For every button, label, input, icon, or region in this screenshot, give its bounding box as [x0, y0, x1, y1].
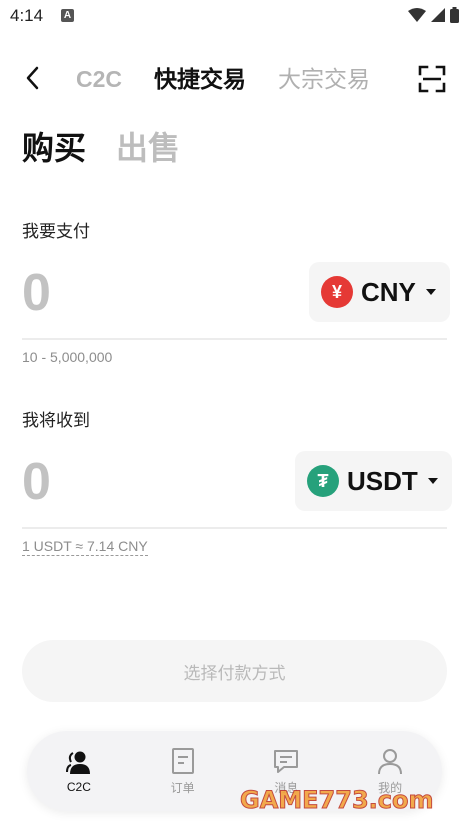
pay-divider [22, 338, 447, 340]
receive-label: 我将收到 [22, 411, 90, 430]
usdt-currency-icon: ₮ [307, 465, 339, 497]
back-button[interactable] [18, 62, 46, 94]
chevron-down-icon [425, 289, 436, 295]
nav-label-orders: 订单 [170, 780, 195, 795]
message-icon [274, 749, 299, 773]
scan-button[interactable] [418, 65, 446, 93]
buy-tab[interactable]: 购买 [22, 128, 86, 168]
pay-currency-select[interactable]: ¥ CNY [309, 262, 450, 322]
receive-currency-code: USDT [347, 465, 418, 496]
pay-label: 我要支付 [22, 222, 90, 241]
battery-icon [450, 7, 459, 23]
watermark-logo: GAME773.com [240, 786, 434, 815]
order-icon [171, 747, 194, 774]
receive-currency-select[interactable]: ₮ USDT [295, 451, 452, 511]
nav-label-c2c: C2C [66, 780, 91, 794]
receive-divider [22, 527, 447, 529]
tab-c2c[interactable]: C2C [76, 64, 122, 94]
pay-limit-hint: 10 - 5,000,000 [22, 349, 113, 365]
watermark-text: GAME773.com [240, 786, 434, 815]
profile-icon [378, 748, 403, 774]
receive-amount-input[interactable] [22, 452, 272, 512]
exchange-rate-hint: 1 USDT ≈ 7.14 CNY [22, 538, 148, 556]
notification-badge-icon: A [61, 9, 74, 22]
nav-item-c2c[interactable]: C2C [27, 731, 131, 811]
scan-icon [418, 65, 446, 93]
status-icons [408, 7, 459, 23]
people-icon [65, 751, 90, 774]
wifi-icon [408, 8, 426, 22]
tab-quick-trade[interactable]: 快捷交易 [154, 64, 246, 94]
chevron-down-icon [427, 478, 438, 484]
pay-amount-input[interactable] [22, 263, 272, 323]
back-icon [26, 66, 39, 90]
status-time: 4:14 [10, 6, 44, 25]
signal-icon [431, 8, 445, 22]
select-payment-method-button[interactable]: 选择付款方式 [22, 640, 447, 702]
pay-currency-code: CNY [361, 276, 416, 307]
tab-bulk-trade[interactable]: 大宗交易 [278, 64, 370, 94]
exchange-rate-text: 1 USDT ≈ 7.14 CNY [22, 538, 148, 556]
sell-tab[interactable]: 出售 [116, 128, 180, 168]
cny-currency-icon: ¥ [321, 276, 353, 308]
nav-item-orders[interactable]: 订单 [131, 731, 235, 811]
